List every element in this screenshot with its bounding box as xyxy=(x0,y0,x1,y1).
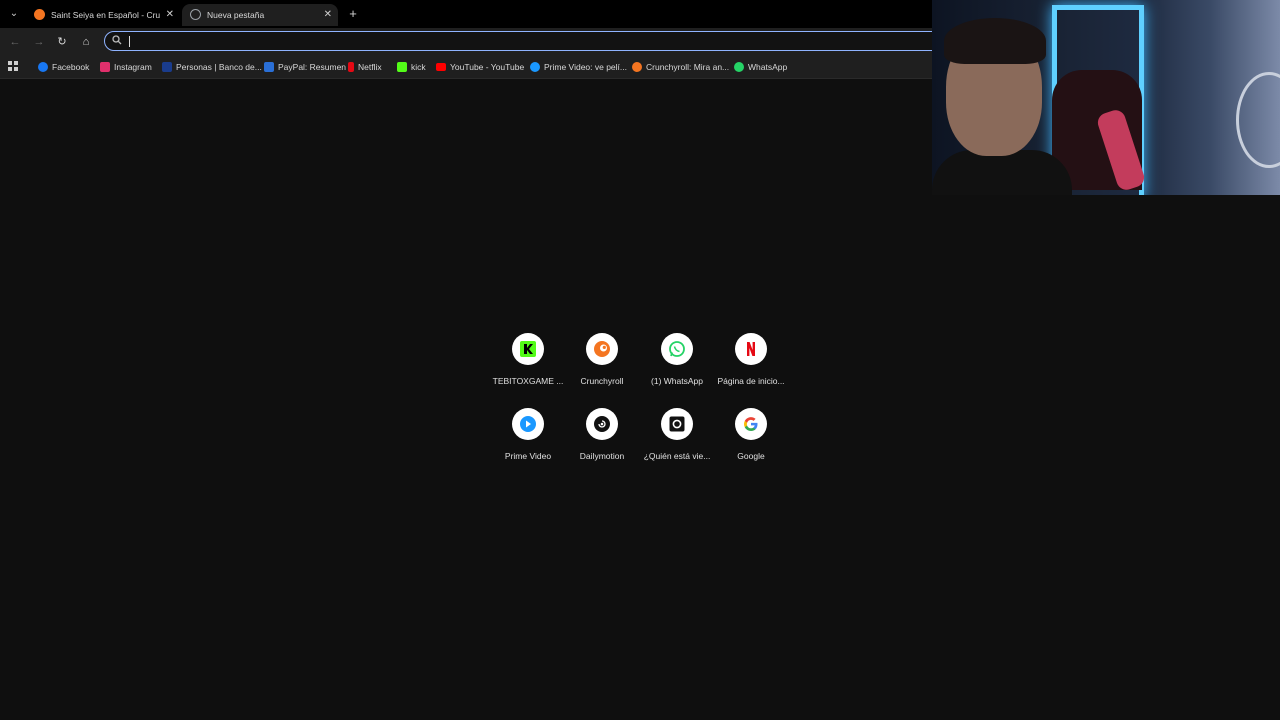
kick-icon xyxy=(520,341,536,357)
person-hair xyxy=(944,18,1046,64)
bookmark-label: WhatsApp xyxy=(748,62,788,72)
shortcut-icon-container xyxy=(735,408,767,440)
bookmark-label: Netflix xyxy=(358,62,382,72)
bookmark-label: PayPal: Resumen xyxy=(278,62,347,72)
shortcut-dailymotion[interactable]: Dailymotion xyxy=(564,408,640,478)
shortcut-label: ¿Quién está vie... xyxy=(643,451,711,461)
shortcut-label: (1) WhatsApp xyxy=(651,376,703,386)
shortcut-prime-video[interactable]: Prime Video xyxy=(490,408,566,478)
close-icon[interactable]: ✕ xyxy=(166,4,174,26)
crunchyroll-icon xyxy=(632,62,642,72)
bookmark-label: Personas | Banco de... xyxy=(176,62,262,72)
shortcut-icon-container xyxy=(661,333,693,365)
shortcut-icon-container xyxy=(661,408,693,440)
crunchyroll-icon xyxy=(594,341,610,357)
shortcut-icon-container xyxy=(586,333,618,365)
shortcut-label: Dailymotion xyxy=(579,451,625,461)
paypal-icon xyxy=(264,62,274,72)
kick-icon xyxy=(397,62,407,72)
shortcut-icon-container xyxy=(512,333,544,365)
bookmark-facebook[interactable]: Facebook xyxy=(38,56,89,78)
bookmark-label: Instagram xyxy=(114,62,152,72)
whatsapp-icon xyxy=(734,62,744,72)
bookmark-label: Facebook xyxy=(52,62,90,72)
shortcut-whatsapp[interactable]: (1) WhatsApp xyxy=(639,333,715,403)
bookmark-netflix[interactable]: Netflix xyxy=(348,56,382,78)
tab-search-icon[interactable]: ⌄ xyxy=(6,6,22,22)
dailymotion-icon xyxy=(594,416,610,432)
bookmark-kick[interactable]: kick xyxy=(397,56,426,78)
shortcut-icon-container xyxy=(586,408,618,440)
camera-icon xyxy=(669,416,685,432)
bookmark-label: kick xyxy=(411,62,426,72)
bank-icon xyxy=(162,62,172,72)
shortcut-google[interactable]: Google xyxy=(713,408,789,478)
bookmark-youtube[interactable]: YouTube - YouTube xyxy=(436,56,524,78)
shortcut-icon-container xyxy=(735,333,767,365)
home-icon[interactable]: ⌂ xyxy=(77,33,95,51)
prime-video-icon xyxy=(530,62,540,72)
bookmark-label: Crunchyroll: Mira an... xyxy=(646,62,730,72)
shortcut-label: Google xyxy=(737,451,765,461)
forward-icon[interactable]: → xyxy=(30,33,48,51)
tab-crunchyroll[interactable]: Saint Seiya en Español - Crunchyroll ✕ xyxy=(26,4,180,26)
tab-title: Saint Seiya en Español - Crunchyroll xyxy=(51,10,160,20)
shortcut-crunchyroll[interactable]: Crunchyroll xyxy=(564,333,640,403)
close-icon[interactable]: ✕ xyxy=(324,4,332,26)
prime-video-icon xyxy=(520,416,536,432)
shortcut-icon-container xyxy=(512,408,544,440)
bookmark-label: YouTube - YouTube xyxy=(450,62,525,72)
webcam-overlay xyxy=(932,0,1280,195)
bookmark-prime-video[interactable]: Prime Video: ve pelí... xyxy=(530,56,627,78)
bookmark-paypal[interactable]: PayPal: Resumen xyxy=(264,56,346,78)
shortcut-quien-esta-viendo[interactable]: ¿Quién está vie... xyxy=(639,408,715,478)
whatsapp-icon xyxy=(669,341,685,357)
shortcut-label: Página de inicio... xyxy=(717,376,785,386)
netflix-icon xyxy=(747,342,755,356)
new-tab-button[interactable]: + xyxy=(346,5,360,23)
netflix-icon xyxy=(348,62,354,72)
youtube-icon xyxy=(436,63,446,71)
bookmark-label: Prime Video: ve pelí... xyxy=(544,62,627,72)
bookmark-crunchyroll[interactable]: Crunchyroll: Mira an... xyxy=(632,56,729,78)
tab-title: Nueva pestaña xyxy=(207,10,265,20)
apps-grid-icon[interactable] xyxy=(8,61,19,72)
globe-icon xyxy=(190,9,201,20)
reload-icon[interactable]: ↻ xyxy=(53,33,71,51)
person-body xyxy=(932,150,1072,195)
crunchyroll-icon xyxy=(34,9,45,20)
shortcut-tebitoxgame[interactable]: TEBITOXGAME ... xyxy=(490,333,566,403)
shortcut-label: TEBITOXGAME ... xyxy=(492,376,564,386)
bookmark-whatsapp[interactable]: WhatsApp xyxy=(734,56,787,78)
omnibox-input[interactable] xyxy=(104,31,954,51)
instagram-icon xyxy=(100,62,110,72)
shortcut-label: Crunchyroll xyxy=(580,376,624,386)
text-caret xyxy=(129,36,130,47)
shortcut-label: Prime Video xyxy=(504,451,552,461)
facebook-icon xyxy=(38,62,48,72)
google-icon xyxy=(744,417,758,431)
back-icon[interactable]: ← xyxy=(6,33,24,51)
shortcut-netflix[interactable]: Página de inicio... xyxy=(713,333,789,403)
search-icon xyxy=(112,35,122,45)
tab-new-tab[interactable]: Nueva pestaña ✕ xyxy=(182,4,338,26)
bookmark-instagram[interactable]: Instagram xyxy=(100,56,152,78)
bookmark-banco[interactable]: Personas | Banco de... xyxy=(162,56,262,78)
